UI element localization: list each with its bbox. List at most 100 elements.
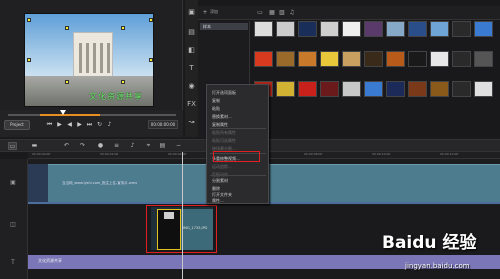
overlay-track-icon[interactable]: ◫ (8, 221, 18, 229)
media-thumbnail[interactable] (474, 21, 493, 37)
video-track-icon[interactable]: ▣ (8, 179, 18, 187)
redo-icon[interactable]: ↷ (78, 142, 87, 150)
prev-frame-icon[interactable]: ◀ (66, 121, 73, 128)
media-thumbnail-label (408, 39, 427, 43)
zoom-out-icon[interactable]: − (174, 142, 183, 150)
trim-selection[interactable] (40, 114, 100, 116)
media-thumbnail[interactable] (276, 51, 295, 67)
media-thumbnail[interactable] (342, 21, 361, 37)
media-thumbnail[interactable] (364, 81, 383, 97)
resize-handle[interactable] (65, 80, 69, 84)
instant-project-icon[interactable]: ▤ (187, 28, 196, 37)
media-thumbnail[interactable] (386, 51, 405, 67)
media-thumbnail[interactable] (386, 21, 405, 37)
preview-caption[interactable]: 文化资源共享 (89, 91, 143, 102)
subtitle-icon[interactable]: ▤ (158, 142, 167, 150)
media-thumbnail[interactable] (364, 51, 383, 67)
media-thumbnail[interactable] (276, 21, 295, 37)
timeline-view-icon[interactable]: ▬ (30, 142, 39, 150)
context-menu-item[interactable]: 复制属性 (212, 121, 268, 128)
folder-item-sample[interactable]: 样本 (200, 23, 248, 30)
ruler-label: 00:00:12:00 (440, 152, 459, 156)
context-menu-item[interactable]: 属性... (212, 197, 268, 204)
media-thumbnail[interactable] (320, 51, 339, 67)
media-thumbnail[interactable] (342, 51, 361, 67)
media-thumbnail[interactable] (430, 81, 449, 97)
media-thumbnail[interactable] (298, 81, 317, 97)
context-menu-item: 粘贴所有属性 (212, 130, 236, 135)
media-thumbnail-label (408, 99, 427, 103)
undo-icon[interactable]: ↶ (62, 142, 71, 150)
transition-icon[interactable]: ◧ (187, 46, 196, 55)
auto-music-icon[interactable]: ♪ (128, 142, 137, 150)
media-thumbnail[interactable] (408, 51, 427, 67)
folder-icon[interactable]: ▭ (256, 9, 264, 16)
graphic-icon[interactable]: ◉ (187, 82, 196, 91)
title-track-icon[interactable]: T (8, 259, 18, 267)
media-thumbnail[interactable] (320, 81, 339, 97)
media-thumbnail[interactable] (452, 21, 471, 37)
video-filter-icon[interactable]: ▦ (268, 9, 276, 16)
timecode-display[interactable]: 00:00:00:00 (148, 120, 178, 129)
go-start-icon[interactable]: ⏮ (46, 121, 53, 128)
playhead[interactable] (182, 152, 183, 279)
media-thumbnail-label (276, 69, 295, 73)
context-menu-item: 运动追踪... (212, 164, 232, 169)
filter-icon[interactable]: FX (187, 100, 196, 109)
media-thumbnail[interactable] (430, 21, 449, 37)
media-thumbnail[interactable] (342, 81, 361, 97)
preview-screen[interactable]: 文化资源共享 (24, 13, 154, 107)
play-icon[interactable]: ▶ (56, 121, 63, 128)
media-thumbnail[interactable] (254, 51, 273, 67)
media-thumbnail[interactable] (452, 81, 471, 97)
menu-separator (210, 175, 266, 176)
media-thumbnail[interactable] (408, 81, 427, 97)
resize-handle[interactable] (27, 18, 31, 22)
go-end-icon[interactable]: ⏭ (86, 121, 93, 128)
media-thumbnail-label (474, 69, 493, 73)
media-thumbnail[interactable] (276, 81, 295, 97)
media-icon[interactable]: ▣ (187, 8, 196, 17)
resize-handle[interactable] (65, 26, 69, 30)
resize-handle[interactable] (27, 58, 31, 62)
media-thumbnail[interactable] (364, 21, 383, 37)
add-folder-icon[interactable]: + (201, 9, 209, 16)
ruler-label: 00:00:10:00 (372, 152, 391, 156)
media-thumbnail[interactable] (298, 21, 317, 37)
record-icon[interactable]: ● (96, 142, 105, 150)
context-menu-item[interactable]: 分割素材 (212, 177, 268, 184)
volume-icon[interactable]: ♪ (106, 121, 113, 128)
next-frame-icon[interactable]: ▶ (76, 121, 83, 128)
media-thumbnail[interactable] (474, 51, 493, 67)
title-icon[interactable]: T (187, 64, 196, 73)
media-thumbnail[interactable] (386, 81, 405, 97)
context-menu-item[interactable]: 复制 (212, 97, 268, 104)
resize-handle[interactable] (121, 26, 125, 30)
context-menu-item[interactable]: 粘贴 (212, 105, 268, 112)
resize-handle[interactable] (149, 18, 153, 22)
image-filter-icon[interactable]: ▧ (278, 9, 286, 16)
context-menu-item[interactable]: 替换素材... (212, 113, 268, 120)
audio-filter-icon[interactable]: ♫ (288, 9, 296, 16)
add-label[interactable]: 添加 (210, 9, 218, 15)
media-thumbnail[interactable] (320, 21, 339, 37)
motion-track-icon[interactable]: ⌖ (144, 142, 153, 150)
media-thumbnail[interactable] (452, 51, 471, 67)
project-button[interactable]: Project (4, 120, 30, 130)
resize-handle[interactable] (121, 80, 125, 84)
media-thumbnail-label (276, 39, 295, 43)
ruler-label: 00:00:08:00 (304, 152, 323, 156)
context-menu-item[interactable]: 打开选项面板 (212, 89, 268, 96)
media-thumbnail[interactable] (254, 21, 273, 37)
resize-handle[interactable] (149, 58, 153, 62)
media-thumbnail[interactable] (298, 51, 317, 67)
media-thumbnail[interactable] (474, 81, 493, 97)
repeat-icon[interactable]: ↻ (96, 121, 103, 128)
scrubber-handle[interactable] (60, 110, 66, 115)
media-thumbnail[interactable] (408, 21, 427, 37)
mixer-icon[interactable]: ≡ (112, 142, 121, 150)
media-thumbnail[interactable] (430, 51, 449, 67)
media-thumbnail-label (320, 39, 339, 43)
storyboard-view-icon[interactable]: ▭ (8, 142, 17, 150)
path-icon[interactable]: ↝ (187, 118, 196, 127)
